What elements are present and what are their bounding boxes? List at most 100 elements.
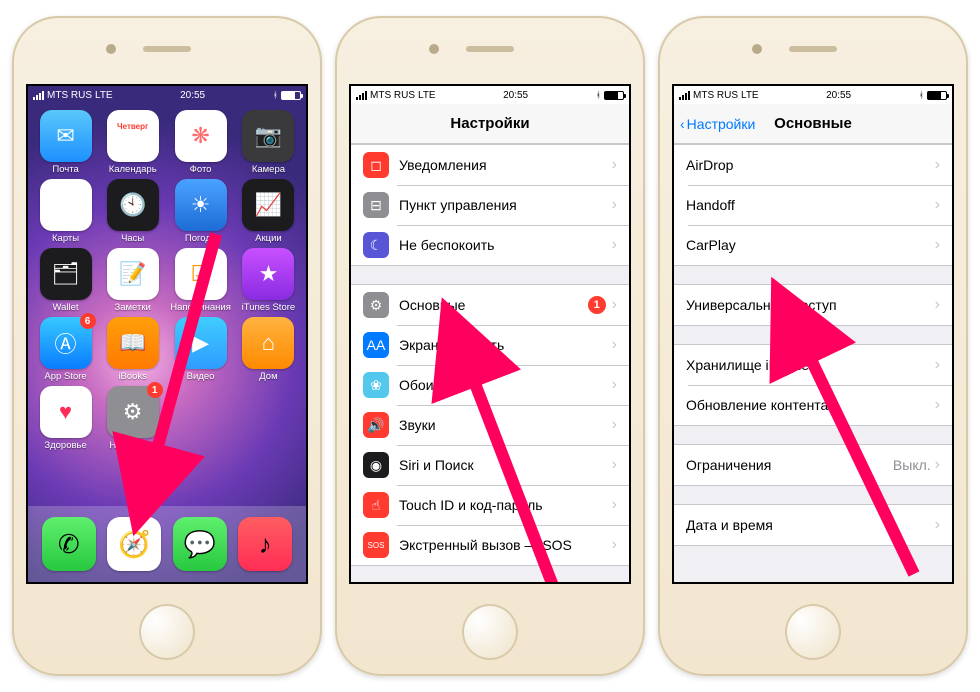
app-Заметки[interactable]: 📝 Заметки [103,248,162,313]
row-Siri и Поиск[interactable]: ◉Siri и Поиск› [351,445,629,485]
app-iTunes Store[interactable]: ★ iTunes Store [239,248,298,313]
app-icon[interactable]: Ⓐ6 [40,317,92,369]
app-icon[interactable]: ⌂ [242,317,294,369]
app-icon[interactable]: ☑︎ [175,248,227,300]
phone-settings: MTS RUS LTE 20:55 ᚼ Настройки ◻︎Уведомле… [335,16,645,676]
app-icon[interactable]: Четверг12 [107,110,159,162]
app-Погода[interactable]: ☀︎Погода [170,179,231,244]
badge: 1 [147,382,163,398]
app-Wallet[interactable]: 🗂Wallet [36,248,95,313]
app-Почта[interactable]: ✉︎Почта [36,110,95,175]
app-icon[interactable]: 📈 [242,179,294,231]
page-dots[interactable]: • ⦿ • [28,457,306,468]
app-icon[interactable]: 📝 [107,248,159,300]
row-label: Touch ID и код-пароль [399,497,612,513]
app-Карты[interactable]: 🗺 Карты [36,179,95,244]
row-Универсальный доступ[interactable]: Универсальный доступ› [674,285,952,325]
app-icon[interactable]: ☀︎ [175,179,227,231]
row-Touch ID и код-пароль[interactable]: ☝︎Touch ID и код-пароль› [351,485,629,525]
row-label: Ограничения [686,457,893,473]
row-CarPlay[interactable]: CarPlay› [674,225,952,265]
battery-icon [604,91,624,100]
row-label: Не беспокоить [399,237,612,253]
chevron-right-icon: › [935,196,940,214]
row-Пункт управления[interactable]: ⊟Пункт управления› [351,185,629,225]
app-Настройки[interactable]: ⚙︎1Настройки [103,386,162,451]
app-label: Часы [121,233,144,244]
row-Звуки[interactable]: 🔊Звуки› [351,405,629,445]
page-title: Основные [774,115,852,132]
row-label: Экстренный вызов — SOS [399,537,612,553]
app-icon[interactable]: 🕙 [107,179,159,231]
row-label: Пункт управления [399,197,612,213]
row-label: Универсальный доступ [686,297,935,313]
chevron-right-icon: › [612,376,617,394]
chevron-right-icon: › [612,456,617,474]
chevron-right-icon: › [935,516,940,534]
chevron-right-icon: › [612,336,617,354]
app-Фото[interactable]: ❋Фото [170,110,231,175]
app-icon[interactable]: ★ [242,248,294,300]
app-label: Здоровье [44,440,86,451]
app-App Store[interactable]: Ⓐ6App Store [36,317,95,382]
app-icon[interactable]: ⚙︎1 [107,386,159,438]
app-iBooks[interactable]: 📖iBooks [103,317,162,382]
row-Обои[interactable]: ❀Обои› [351,365,629,405]
phone-general: MTS RUS LTE 20:55 ᚼ ‹ Настройки Основные… [658,16,968,676]
row-AirDrop[interactable]: AirDrop› [674,145,952,185]
app-Видео[interactable]: ▶︎Видео [170,317,231,382]
row-Хранилище iPhone[interactable]: Хранилище iPhone› [674,345,952,385]
app-icon[interactable]: 🗺 [40,179,92,231]
home-screen: MTS RUS LTE 20:55 ᚼ ✉︎ПочтаЧетверг12Кале… [26,84,308,584]
app-Напоминания[interactable]: ☑︎Напоминания [170,248,231,313]
dock-music[interactable]: ♪ [238,517,292,571]
app-icon[interactable]: 📖 [107,317,159,369]
row-label: CarPlay [686,237,935,253]
row-icon: ☝︎ [363,492,389,518]
dock-phone[interactable]: ✆ [42,517,96,571]
app-icon[interactable]: 🗂 [40,248,92,300]
row-label: Обновление контента [686,397,935,413]
navbar: Настройки [351,104,629,144]
app-icon[interactable]: ▶︎ [175,317,227,369]
app-icon[interactable]: ♥︎ [40,386,92,438]
app-icon[interactable]: ❋ [175,110,227,162]
phone-home: MTS RUS LTE 20:55 ᚼ ✉︎ПочтаЧетверг12Кале… [12,16,322,676]
dock-safari[interactable]: 🧭 [107,517,161,571]
app-Здоровье[interactable]: ♥︎ Здоровье [36,386,95,451]
row-Экстренный вызов — SOS[interactable]: SOSЭкстренный вызов — SOS› [351,525,629,565]
chevron-right-icon: › [612,236,617,254]
row-Уведомления[interactable]: ◻︎Уведомления› [351,145,629,185]
app-label: Акции [255,233,282,244]
row-Ограничения[interactable]: ОграниченияВыкл.› [674,445,952,485]
app-icon[interactable]: 📷 [242,110,294,162]
clock: 20:55 [180,90,205,101]
home-button[interactable] [139,604,195,660]
row-Обновление контента[interactable]: Обновление контента› [674,385,952,425]
row-Не беспокоить[interactable]: ☾Не беспокоить› [351,225,629,265]
app-Календарь[interactable]: Четверг12Календарь [103,110,162,175]
row-Handoff[interactable]: Handoff› [674,185,952,225]
row-label: Хранилище iPhone [686,357,935,373]
app-label: Карты [52,233,79,244]
app-label: Дом [259,371,277,382]
row-label: AirDrop [686,157,935,173]
app-Часы[interactable]: 🕙 Часы [103,179,162,244]
network: LTE [95,90,113,101]
app-label: iTunes Store [242,302,296,313]
app-Акции[interactable]: 📈 Акции [239,179,298,244]
app-Дом[interactable]: ⌂ Дом [239,317,298,382]
battery-icon [281,91,301,100]
chevron-right-icon: › [935,396,940,414]
app-label: Заметки [115,302,151,313]
home-button[interactable] [785,604,841,660]
dock-messages[interactable]: 💬 [173,517,227,571]
row-Экран и яркость[interactable]: AAЭкран и яркость› [351,325,629,365]
row-Дата и время[interactable]: Дата и время› [674,505,952,545]
general-screen: MTS RUS LTE 20:55 ᚼ ‹ Настройки Основные… [672,84,954,584]
app-icon[interactable]: ✉︎ [40,110,92,162]
home-button[interactable] [462,604,518,660]
back-button[interactable]: ‹ Настройки [680,116,755,132]
row-Основные[interactable]: ⚙︎Основные1› [351,285,629,325]
app-Камера[interactable]: 📷Камера [239,110,298,175]
